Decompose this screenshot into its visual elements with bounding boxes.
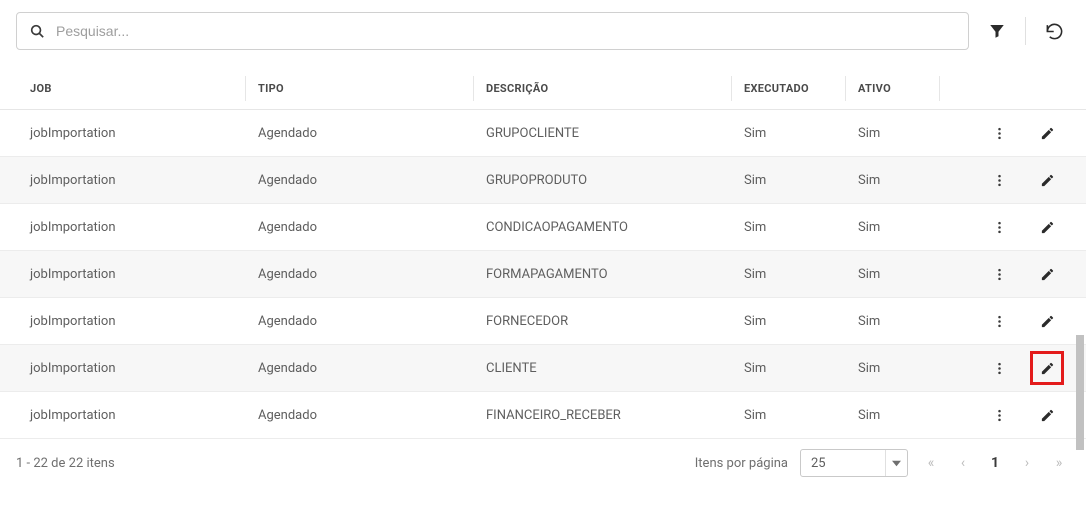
cell-desc: CONDICAOPAGAMENTO: [486, 220, 744, 235]
table-header: JOB TIPO DESCRIÇÃO EXECUTADO ATIVO: [0, 68, 1086, 110]
cell-job: jobImportation: [30, 126, 258, 141]
cell-ativo: Sim: [858, 220, 952, 235]
row-menu-button[interactable]: [988, 122, 1010, 144]
row-edit-button[interactable]: [1036, 122, 1058, 144]
pager-next[interactable]: ›: [1016, 452, 1038, 474]
table-row: jobImportationAgendadoCLIENTESimSim: [0, 345, 1086, 392]
row-edit-button[interactable]: [1036, 357, 1058, 379]
col-header-desc[interactable]: DESCRIÇÃO: [486, 82, 744, 95]
cell-job: jobImportation: [30, 267, 258, 282]
cell-job: jobImportation: [30, 408, 258, 423]
cell-ativo: Sim: [858, 126, 952, 141]
table-row: jobImportationAgendadoGRUPOPRODUTOSimSim: [0, 157, 1086, 204]
col-header-job[interactable]: JOB: [30, 82, 258, 95]
cell-exec: Sim: [744, 314, 858, 329]
vertical-scrollbar[interactable]: [1076, 120, 1084, 450]
scrollbar-thumb[interactable]: [1076, 335, 1084, 450]
cell-exec: Sim: [744, 408, 858, 423]
pager-last[interactable]: »: [1048, 452, 1070, 474]
cell-desc: FORMAPAGAMENTO: [486, 267, 744, 282]
cell-ativo: Sim: [858, 267, 952, 282]
cell-ativo: Sim: [858, 173, 952, 188]
row-edit-button[interactable]: [1036, 263, 1058, 285]
row-edit-button[interactable]: [1036, 216, 1058, 238]
refresh-icon: [1045, 22, 1064, 41]
row-menu-button[interactable]: [988, 404, 1010, 426]
cell-job: jobImportation: [30, 314, 258, 329]
search-box[interactable]: [16, 12, 969, 50]
table-row: jobImportationAgendadoGRUPOCLIENTESimSim: [0, 110, 1086, 157]
pager: « ‹ 1 › »: [920, 452, 1070, 474]
cell-desc: FORNECEDOR: [486, 314, 744, 329]
table-footer: 1 - 22 de 22 itens Itens por página 25 «…: [0, 439, 1086, 491]
col-header-tipo[interactable]: TIPO: [258, 82, 486, 95]
row-menu-button[interactable]: [988, 357, 1010, 379]
toolbar-divider: [1025, 17, 1026, 45]
pager-prev[interactable]: ‹: [952, 452, 974, 474]
cell-job: jobImportation: [30, 220, 258, 235]
footer-summary: 1 - 22 de 22 itens: [16, 456, 695, 471]
cell-exec: Sim: [744, 361, 858, 376]
row-menu-button[interactable]: [988, 169, 1010, 191]
toolbar: [0, 12, 1086, 50]
row-edit-button[interactable]: [1036, 310, 1058, 332]
search-input[interactable]: [56, 23, 956, 39]
cell-ativo: Sim: [858, 361, 952, 376]
search-icon: [29, 23, 46, 40]
pager-first[interactable]: «: [920, 452, 942, 474]
cell-exec: Sim: [744, 173, 858, 188]
row-edit-button[interactable]: [1036, 169, 1058, 191]
caret-down-icon: [885, 450, 907, 476]
cell-tipo: Agendado: [258, 173, 486, 188]
col-header-ativo[interactable]: ATIVO: [858, 82, 952, 95]
table-row: jobImportationAgendadoFINANCEIRO_RECEBER…: [0, 392, 1086, 439]
pager-current[interactable]: 1: [984, 452, 1006, 474]
row-menu-button[interactable]: [988, 216, 1010, 238]
cell-tipo: Agendado: [258, 314, 486, 329]
refresh-button[interactable]: [1038, 15, 1070, 47]
job-table: JOB TIPO DESCRIÇÃO EXECUTADO ATIVO jobIm…: [0, 68, 1086, 439]
col-header-exec[interactable]: EXECUTADO: [744, 82, 858, 95]
cell-exec: Sim: [744, 220, 858, 235]
cell-exec: Sim: [744, 126, 858, 141]
cell-tipo: Agendado: [258, 361, 486, 376]
table-row: jobImportationAgendadoCONDICAOPAGAMENTOS…: [0, 204, 1086, 251]
cell-tipo: Agendado: [258, 126, 486, 141]
filter-icon: [988, 22, 1006, 40]
cell-ativo: Sim: [858, 314, 952, 329]
table-row: jobImportationAgendadoFORNECEDORSimSim: [0, 298, 1086, 345]
cell-tipo: Agendado: [258, 408, 486, 423]
cell-ativo: Sim: [858, 408, 952, 423]
page-size-label: Itens por página: [695, 456, 788, 471]
table-row: jobImportationAgendadoFORMAPAGAMENTOSimS…: [0, 251, 1086, 298]
cell-job: jobImportation: [30, 173, 258, 188]
page-size-select[interactable]: 25: [800, 449, 908, 477]
cell-desc: GRUPOCLIENTE: [486, 126, 744, 141]
cell-desc: GRUPOPRODUTO: [486, 173, 744, 188]
page-size-value: 25: [811, 456, 826, 471]
filter-button[interactable]: [981, 15, 1013, 47]
row-menu-button[interactable]: [988, 310, 1010, 332]
row-menu-button[interactable]: [988, 263, 1010, 285]
cell-tipo: Agendado: [258, 220, 486, 235]
row-edit-button[interactable]: [1036, 404, 1058, 426]
cell-tipo: Agendado: [258, 267, 486, 282]
cell-job: jobImportation: [30, 361, 258, 376]
cell-exec: Sim: [744, 267, 858, 282]
cell-desc: CLIENTE: [486, 361, 744, 376]
cell-desc: FINANCEIRO_RECEBER: [486, 408, 744, 423]
